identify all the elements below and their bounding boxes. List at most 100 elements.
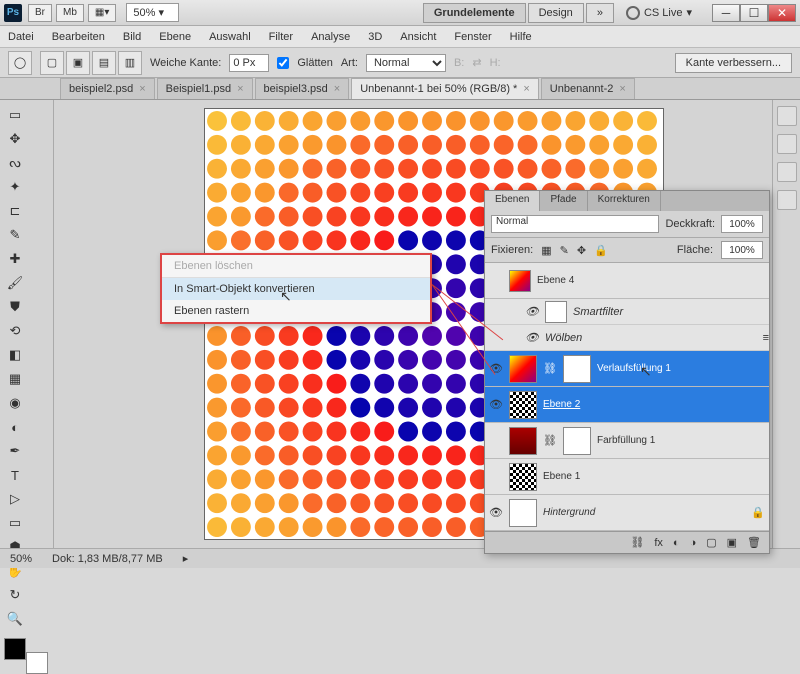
sel-sub-icon[interactable]: ▤ (92, 51, 116, 75)
close-icon[interactable]: × (237, 83, 243, 95)
gradient-tool[interactable]: ▦ (4, 368, 26, 390)
refine-edge-button[interactable]: Kante verbessern... (675, 53, 792, 73)
crop-tool[interactable]: ⊏ (4, 200, 26, 222)
rotate-tool[interactable]: ↻ (4, 584, 26, 606)
layer-thumb[interactable] (509, 270, 531, 292)
tab-korrekturen[interactable]: Korrekturen (588, 191, 661, 211)
heal-tool[interactable]: ✚ (4, 248, 26, 270)
tab-beispiel2[interactable]: beispiel2.psd× (60, 78, 155, 99)
layer-row[interactable]: 👁Hintergrund🔒 (485, 495, 769, 531)
menu-3d[interactable]: 3D (368, 31, 382, 43)
layer-thumb[interactable] (509, 391, 537, 419)
zoom-dropdown[interactable]: 50% ▾ (126, 3, 179, 22)
menu-ebene[interactable]: Ebene (159, 31, 191, 43)
fill-input[interactable] (721, 241, 763, 259)
layer-row[interactable]: ⛓Farbfüllung 1 (485, 423, 769, 459)
eraser-tool[interactable]: ◧ (4, 344, 26, 366)
status-zoom[interactable]: 50% (10, 553, 32, 565)
close-button[interactable]: ✕ (768, 4, 796, 22)
layer-thumb[interactable] (545, 301, 567, 323)
menu-fenster[interactable]: Fenster (454, 31, 491, 43)
minimize-button[interactable]: ─ (712, 4, 740, 22)
workspace-design[interactable]: Design (528, 3, 584, 23)
sel-int-icon[interactable]: ▥ (118, 51, 142, 75)
zoom-tool[interactable]: 🔍 (4, 608, 26, 630)
layer-thumb[interactable] (509, 499, 537, 527)
close-icon[interactable]: × (139, 83, 145, 95)
cslive-button[interactable]: CS Live ▾ (616, 3, 702, 23)
move-tool[interactable]: ✥ (4, 128, 26, 150)
filter-row[interactable]: 👁Wölben≡ (485, 325, 769, 351)
marquee-tool[interactable]: ▭ (4, 104, 26, 126)
visibility-icon[interactable] (489, 274, 503, 288)
menu-filter[interactable]: Filter (269, 31, 293, 43)
group-icon[interactable]: ▢ (706, 536, 716, 549)
mask-thumb[interactable] (563, 427, 591, 455)
new-layer-icon[interactable]: ▣ (727, 536, 737, 549)
stamp-tool[interactable]: ⛊ (4, 296, 26, 318)
color-swatches[interactable] (4, 638, 48, 674)
lasso-tool[interactable]: ᔓ (4, 152, 26, 174)
layer-row[interactable]: Ebene 4 (485, 263, 769, 299)
history-tool[interactable]: ⟲ (4, 320, 26, 342)
menu-bearbeiten[interactable]: Bearbeiten (52, 31, 105, 43)
tab-beispiel3[interactable]: beispiel3.psd× (255, 78, 350, 99)
opacity-input[interactable] (721, 215, 763, 233)
visibility-icon[interactable]: 👁 (525, 305, 539, 319)
visibility-icon[interactable]: 👁 (489, 398, 503, 412)
fx-icon[interactable]: fx (654, 537, 663, 549)
workspace-more[interactable]: » (586, 3, 614, 23)
layer-thumb[interactable] (509, 463, 537, 491)
feather-input[interactable] (229, 54, 269, 72)
tab-beispiel1[interactable]: Beispiel1.psd× (157, 78, 253, 99)
panel-icon[interactable] (777, 134, 797, 154)
cm-convert-smartobject[interactable]: In Smart-Objekt konvertieren (162, 278, 430, 300)
lock-all-icon[interactable]: 🔒 (594, 244, 608, 257)
blend-mode-dropdown[interactable]: Normal (491, 215, 659, 233)
filter-options-icon[interactable]: ≡ (763, 332, 769, 344)
pen-tool[interactable]: ✒ (4, 440, 26, 462)
tab-unbenannt1[interactable]: Unbenannt-1 bei 50% (RGB/8) *× (351, 78, 539, 99)
visibility-icon[interactable] (489, 470, 503, 484)
adjustment-icon[interactable]: ◑ (690, 537, 697, 549)
mask-icon[interactable]: ◐ (673, 537, 680, 549)
link-layers-icon[interactable]: ⛓ (630, 536, 644, 549)
path-tool[interactable]: ▷ (4, 488, 26, 510)
close-icon[interactable]: × (334, 83, 340, 95)
layer-row[interactable]: 👁⛓Verlaufsfüllung 1 (485, 351, 769, 387)
menu-auswahl[interactable]: Auswahl (209, 31, 251, 43)
dodge-tool[interactable]: ◐ (4, 416, 26, 438)
layer-row[interactable]: Ebene 1 (485, 459, 769, 495)
link-icon[interactable]: ⛓ (543, 362, 557, 375)
layout-button[interactable]: ▦▾ (88, 4, 116, 22)
eyedropper-tool[interactable]: ✎ (4, 224, 26, 246)
tab-ebenen[interactable]: Ebenen (485, 191, 540, 211)
close-icon[interactable]: × (523, 83, 529, 95)
antialias-checkbox[interactable] (277, 57, 289, 69)
trash-icon[interactable]: 🗑 (747, 536, 761, 549)
menu-bild[interactable]: Bild (123, 31, 141, 43)
tab-unbenannt2[interactable]: Unbenannt-2× (541, 78, 635, 99)
menu-hilfe[interactable]: Hilfe (510, 31, 532, 43)
tab-pfade[interactable]: Pfade (540, 191, 587, 211)
panel-icon[interactable] (777, 106, 797, 126)
layer-thumb[interactable] (509, 427, 537, 455)
sel-add-icon[interactable]: ▣ (66, 51, 90, 75)
layer-thumb[interactable] (509, 355, 537, 383)
lock-move-icon[interactable]: ✥ (577, 244, 586, 257)
link-icon[interactable]: ⛓ (543, 434, 557, 447)
menu-datei[interactable]: Datei (8, 31, 34, 43)
brush-tool[interactable]: 🖌 (4, 272, 26, 294)
wand-tool[interactable]: ✦ (4, 176, 26, 198)
lock-transparent-icon[interactable]: ▦ (541, 244, 551, 257)
maximize-button[interactable]: ☐ (740, 4, 768, 22)
sel-new-icon[interactable]: ▢ (40, 51, 64, 75)
panel-icon[interactable] (777, 190, 797, 210)
bridge-button[interactable]: Br (28, 4, 52, 22)
type-tool[interactable]: T (4, 464, 26, 486)
menu-analyse[interactable]: Analyse (311, 31, 350, 43)
tool-preset-icon[interactable]: ◯ (8, 51, 32, 75)
menu-ansicht[interactable]: Ansicht (400, 31, 436, 43)
cm-rasterize[interactable]: Ebenen rastern (162, 300, 430, 322)
minibridge-button[interactable]: Mb (56, 4, 84, 22)
